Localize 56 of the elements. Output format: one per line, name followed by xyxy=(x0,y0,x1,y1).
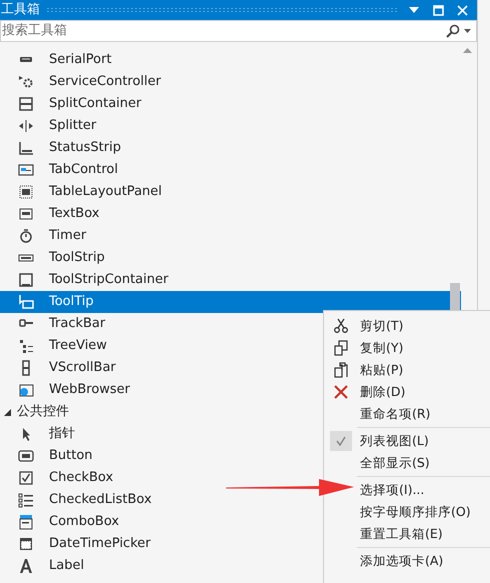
container-icon xyxy=(18,272,34,288)
toolbox-item[interactable]: StatusStrip xyxy=(0,137,461,159)
toolbox-item[interactable]: SerialPort xyxy=(0,49,461,71)
browser-icon xyxy=(18,382,34,398)
copy-icon xyxy=(334,340,348,356)
menu-item[interactable]: 选择项(I)... xyxy=(360,480,424,500)
split-panel-icon xyxy=(18,96,34,112)
menu-item[interactable]: 按字母顺序排序(O) xyxy=(360,502,471,522)
toolbox-item[interactable]: ToolTip xyxy=(0,291,461,313)
caret-icon xyxy=(409,7,419,13)
letter-icon xyxy=(18,558,34,574)
scrollbar-thumb[interactable] xyxy=(450,283,460,311)
menu-item[interactable]: 列表视图(L) xyxy=(360,432,429,450)
menu-item[interactable]: 全部显示(S) xyxy=(360,454,430,472)
table-layout-icon xyxy=(18,184,34,200)
close-icon xyxy=(456,4,468,16)
toolbox-item[interactable]: SplitContainer xyxy=(0,93,461,115)
menu-item[interactable]: 重置工具箱(E) xyxy=(360,524,443,544)
button-icon xyxy=(18,448,34,464)
search-icon[interactable] xyxy=(446,24,460,38)
collapse-triangle-icon[interactable] xyxy=(4,408,11,416)
clipboard-icon xyxy=(334,362,348,378)
tooltip-icon xyxy=(18,294,34,310)
menu-item[interactable]: 重命名项(R) xyxy=(360,404,430,424)
calendar-icon xyxy=(18,536,34,552)
toolbox-item[interactable]: Timer xyxy=(0,225,461,247)
tab-icon xyxy=(18,162,34,178)
toolbox-item[interactable]: ServiceController xyxy=(0,71,461,93)
combobox-icon xyxy=(18,514,34,530)
menu-item[interactable]: 粘贴(P) xyxy=(360,360,404,380)
scissors-icon xyxy=(334,318,348,333)
menu-item[interactable]: 添加选项卡(A) xyxy=(360,552,444,570)
text-box-icon xyxy=(18,206,34,222)
checklist-icon xyxy=(18,492,34,508)
maximize-icon xyxy=(432,4,444,16)
toolbox-item[interactable]: TableLayoutPanel xyxy=(0,181,461,203)
checkbox-icon xyxy=(18,470,34,486)
delete-icon xyxy=(334,384,348,400)
menu-item[interactable]: 剪切(T) xyxy=(360,316,404,336)
toolbox-item[interactable]: ToolStrip xyxy=(0,247,461,269)
toolbox-item[interactable]: TabControl xyxy=(0,159,461,181)
search-field[interactable]: 搜索工具箱 xyxy=(1,21,446,41)
scroll-up-arrow[interactable] xyxy=(463,48,472,53)
toolbox-item[interactable]: Splitter xyxy=(0,115,461,137)
category-label: 公共控件 xyxy=(17,403,69,422)
status-strip-icon xyxy=(18,140,34,156)
toolbox-item[interactable]: TextBox xyxy=(0,203,461,225)
caret-icon[interactable] xyxy=(464,29,471,33)
menu-item[interactable]: 删除(D) xyxy=(360,382,406,402)
menu-item[interactable]: 复制(Y) xyxy=(360,338,404,358)
stopwatch-icon xyxy=(18,228,34,244)
tree-icon xyxy=(18,338,34,354)
search-bar[interactable]: 搜索工具箱 xyxy=(0,20,477,42)
splitter-icon xyxy=(18,118,34,134)
window-title: 工具箱 xyxy=(1,1,40,20)
toolbox-item[interactable]: ToolStripContainer xyxy=(0,269,461,291)
